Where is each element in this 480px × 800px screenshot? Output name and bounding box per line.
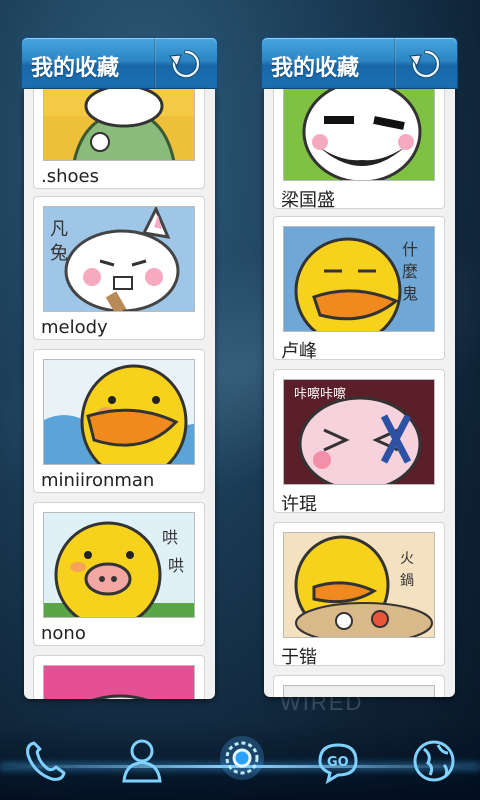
contact-name: 许琨 [281,494,317,515]
contact-list[interactable]: 梁国盛 什 麼 鬼 卢峰 咔嚓咔嚓 许琨 火 鍋 于锴 [264,89,455,697]
widget-header: 我的收藏 [21,37,218,89]
contact-card[interactable]: 火 鍋 于锴 [273,522,445,668]
contact-name: .shoes [41,166,99,187]
contacts-icon[interactable] [116,735,168,787]
svg-text:鬼: 鬼 [402,284,418,303]
phone-icon[interactable] [20,735,72,787]
contact-card[interactable]: 梁国盛 [273,89,445,211]
contact-card[interactable]: 哄 哄 nono [33,502,205,646]
svg-text:什: 什 [402,240,418,259]
go-sms-icon[interactable]: GO [312,735,364,787]
svg-text:兔: 兔 [50,243,68,264]
contact-list[interactable]: .shoes 凡 兔 melody miniironman 哄 哄 nono [24,89,215,699]
contact-card[interactable]: 凡 兔 melody [33,196,205,340]
contact-avatar [43,89,195,161]
contact-card[interactable]: .shoes [33,89,205,189]
header-divider [154,38,156,88]
contact-avatar: 咔嚓咔嚓 [283,379,435,485]
header-divider [394,38,396,88]
contact-card[interactable] [33,655,205,699]
contact-avatar [283,89,435,181]
refresh-icon[interactable] [408,46,444,82]
refresh-icon[interactable] [168,46,204,82]
svg-text:哄: 哄 [168,556,184,575]
favorites-widget-right: 我的收藏 梁国盛 什 麼 鬼 卢峰 咔嚓咔嚓 许琨 火 鍋 于锴 [261,37,458,697]
contact-avatar: 什 麼 鬼 [283,226,435,332]
contact-name: miniironman [41,470,155,491]
contact-avatar [283,685,435,697]
contact-avatar [43,665,195,699]
contact-name: 卢峰 [281,341,317,362]
svg-text:鍋: 鍋 [400,573,414,589]
svg-text:咔嚓咔嚓: 咔嚓咔嚓 [294,386,346,402]
contact-avatar: 凡 兔 [43,206,195,312]
contact-name: melody [41,317,108,338]
widget-header: 我的收藏 [261,37,458,89]
svg-text:麼: 麼 [402,262,418,281]
contact-avatar: 火 鍋 [283,532,435,638]
contact-name: nono [41,623,86,644]
browser-globe-icon[interactable] [408,735,460,787]
contact-avatar: 哄 哄 [43,512,195,618]
contact-card[interactable]: miniironman [33,349,205,493]
contact-avatar [43,359,195,465]
contact-card[interactable] [273,675,445,697]
widget-title: 我的收藏 [271,56,360,81]
app-drawer-icon[interactable] [214,730,270,786]
contact-card[interactable]: 什 麼 鬼 卢峰 [273,216,445,362]
contact-name: 梁国盛 [281,190,335,211]
svg-text:凡: 凡 [50,219,68,240]
favorites-widget-left: 我的收藏 .shoes 凡 兔 melody miniironman 哄 哄 n… [21,37,218,699]
widget-title: 我的收藏 [31,56,120,81]
contact-card[interactable]: 咔嚓咔嚓 许琨 [273,369,445,515]
contact-name: 于锴 [281,647,317,668]
svg-text:GO: GO [327,755,349,770]
svg-text:哄: 哄 [162,528,178,547]
svg-text:火: 火 [400,551,414,567]
